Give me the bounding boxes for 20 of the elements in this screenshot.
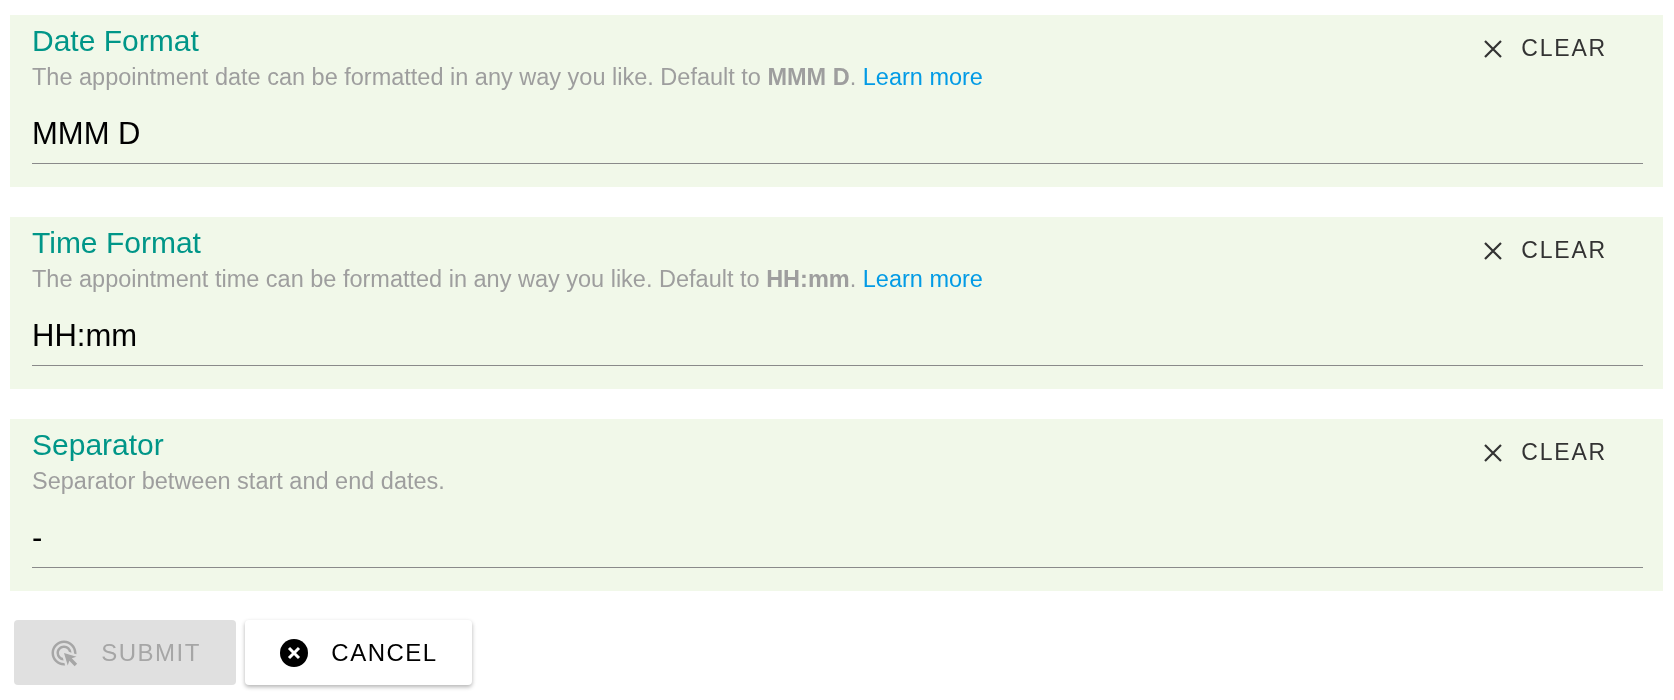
close-icon [1483, 240, 1504, 261]
close-icon [1483, 442, 1504, 463]
field-title: Time Format [32, 225, 201, 261]
field-title: Separator [32, 427, 164, 463]
field-description: The appointment time can be formatted in any way you like. Default to HH:mm. Learn more [32, 265, 983, 293]
text-field[interactable]: Time Format The appointment time can be formatted in any way you like. Default to HH:mm. Learn more HH:mm CLEAR [10, 217, 1663, 389]
field-title: Date Format [32, 23, 199, 59]
clear-button[interactable]: CLEAR [1477, 435, 1613, 470]
clear-button[interactable]: CLEAR [1477, 233, 1613, 268]
text-field[interactable]: Date Format The appointment date can be formatted in any way you like. Default to MMM D. Learn more MMM D CLEAR [10, 15, 1663, 187]
clear-button[interactable]: CLEAR [1477, 31, 1613, 66]
text-field[interactable]: Separator Separator between start and end dates. - CLEAR [10, 419, 1663, 591]
cancel-icon [279, 637, 310, 668]
input-field[interactable]: - [32, 519, 1643, 568]
input-field[interactable]: MMM D [32, 115, 1643, 164]
input-field[interactable]: HH:mm [32, 317, 1643, 366]
close-icon [1483, 38, 1504, 59]
field-description: The appointment date can be formatted in any way you like. Default to MMM D. Learn more [32, 63, 983, 91]
field-description: Separator between start and end dates. [32, 467, 445, 495]
cancel-button[interactable]: CANCEL [245, 620, 472, 685]
